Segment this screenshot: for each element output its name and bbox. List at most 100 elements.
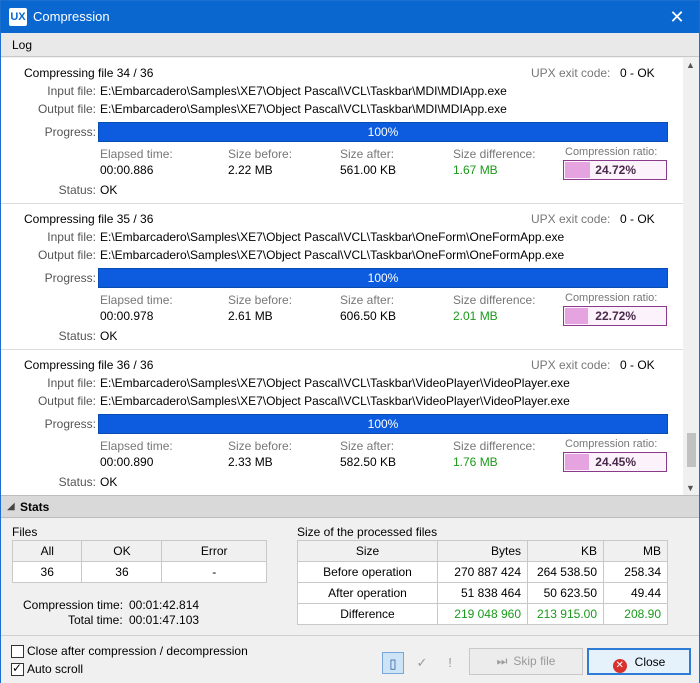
compression-ratio-bar: 24.72% — [563, 160, 667, 180]
compression-time-value: 00:01:42.814 — [129, 598, 200, 612]
input-file-path: E:\Embarcadero\Samples\XE7\Object Pascal… — [100, 230, 565, 244]
row-label: After operation — [297, 582, 438, 604]
upx-exit-label: UPX exit code: — [531, 358, 611, 372]
status-value: OK — [100, 475, 118, 489]
ratio-fill — [565, 454, 589, 470]
mb-cell: 208.90 — [603, 603, 668, 625]
title-bar[interactable]: UX Compression ✕ — [1, 1, 699, 33]
size-after-value: 561.00 KB — [340, 163, 397, 177]
size-before-label: Size before: — [228, 293, 293, 307]
upx-exit-label: UPX exit code: — [531, 212, 611, 226]
size-after-label: Size after: — [340, 293, 395, 307]
close-label: Close — [634, 655, 666, 669]
total-time-label: Total time: — [68, 613, 123, 627]
size-table: Size Bytes KB MB Before operation 270 88… — [297, 540, 668, 625]
size-before-label: Size before: — [228, 147, 293, 161]
status-value: OK — [100, 329, 118, 343]
size-header-kb: KB — [527, 540, 604, 562]
output-file-label: Output file: — [37, 102, 96, 116]
bottom-bar: Close after compression / decompression … — [1, 635, 699, 683]
compression-ratio-label: Compression ratio: — [565, 292, 658, 304]
stats-header[interactable]: ◢ Stats — [1, 495, 699, 518]
log-entry: Compressing file 36 / 36 UPX exit code: … — [1, 350, 683, 495]
page-icon[interactable]: ▯ — [382, 652, 404, 674]
size-after-value: 582.50 KB — [340, 455, 397, 469]
size-header-bytes: Bytes — [437, 540, 528, 562]
log-area[interactable]: Compressing file 34 / 36 UPX exit code: … — [1, 58, 699, 495]
app-icon: UX — [9, 8, 27, 26]
skip-icon: ⏭ — [496, 654, 508, 668]
progress-bar: 100% — [98, 268, 668, 288]
compression-ratio-value: 24.45% — [595, 455, 636, 469]
output-file-label: Output file: — [37, 248, 96, 262]
elapsed-time-value: 00:00.890 — [100, 455, 154, 469]
shield-alert-icon[interactable]: ! — [439, 652, 461, 674]
progress-label: Progress: — [44, 417, 96, 431]
close-after-label[interactable]: Close after compression / decompression — [27, 644, 248, 658]
kb-cell: 264 538.50 — [527, 561, 604, 583]
scroll-thumb[interactable] — [687, 433, 696, 467]
upx-exit-value: 0 - OK — [620, 66, 655, 80]
skip-file-label: Skip file — [513, 654, 556, 668]
files-label: Files — [12, 525, 38, 539]
compression-ratio-bar: 22.72% — [563, 306, 667, 326]
collapse-triangle-icon[interactable]: ◢ — [7, 501, 15, 512]
input-file-path: E:\Embarcadero\Samples\XE7\Object Pascal… — [100, 376, 570, 390]
log-scrollbar[interactable]: ▲ ▼ — [683, 58, 699, 495]
skip-file-button[interactable]: ⏭ Skip file — [469, 648, 583, 675]
output-file-path: E:\Embarcadero\Samples\XE7\Object Pascal… — [100, 394, 570, 408]
table-row: Difference 219 048 960 213 915.00 208.90 — [297, 603, 668, 625]
files-all-value: 36 — [11, 561, 83, 583]
scroll-up-icon[interactable]: ▲ — [686, 60, 695, 70]
table-row: Before operation 270 887 424 264 538.50 … — [297, 561, 668, 583]
size-after-label: Size after: — [340, 147, 395, 161]
scroll-down-icon[interactable]: ▼ — [686, 483, 695, 493]
size-before-value: 2.33 MB — [228, 455, 273, 469]
size-difference-label: Size difference: — [453, 147, 536, 161]
status-value: OK — [100, 183, 118, 197]
auto-scroll-checkbox[interactable] — [11, 661, 24, 676]
upx-exit-value: 0 - OK — [620, 358, 655, 372]
bytes-cell: 270 887 424 — [437, 561, 528, 583]
output-file-path: E:\Embarcadero\Samples\XE7\Object Pascal… — [100, 102, 507, 116]
close-after-checkbox[interactable] — [11, 645, 24, 658]
ratio-fill — [565, 162, 590, 178]
log-entry: Compressing file 35 / 36 UPX exit code: … — [1, 204, 683, 350]
size-difference-label: Size difference: — [453, 293, 536, 307]
table-row: After operation 51 838 464 50 623.50 49.… — [297, 582, 668, 604]
auto-scroll-label[interactable]: Auto scroll — [27, 662, 83, 676]
elapsed-time-label: Elapsed time: — [100, 293, 173, 307]
size-after-label: Size after: — [340, 439, 395, 453]
shield-check-icon[interactable]: ✓ — [411, 652, 433, 674]
upx-exit-label: UPX exit code: — [531, 66, 611, 80]
input-file-label: Input file: — [47, 230, 96, 244]
window-close-icon[interactable]: ✕ — [661, 5, 693, 29]
size-header-mb: MB — [603, 540, 668, 562]
size-after-value: 606.50 KB — [340, 309, 397, 323]
elapsed-time-label: Elapsed time: — [100, 439, 173, 453]
row-label: Difference — [297, 603, 438, 625]
compression-time-label: Compression time: — [23, 598, 124, 612]
elapsed-time-label: Elapsed time: — [100, 147, 173, 161]
compression-ratio-label: Compression ratio: — [565, 438, 658, 450]
compression-window: UX Compression ✕ Log Compressing file 34… — [0, 0, 700, 683]
entry-heading: Compressing file 34 / 36 — [24, 66, 154, 80]
elapsed-time-value: 00:00.978 — [100, 309, 154, 323]
size-difference-label: Size difference: — [453, 439, 536, 453]
row-label: Before operation — [297, 561, 438, 583]
compression-ratio-value: 22.72% — [595, 309, 636, 323]
files-header-error: Error — [161, 540, 267, 562]
size-before-value: 2.22 MB — [228, 163, 273, 177]
size-difference-value: 1.67 MB — [453, 163, 498, 177]
input-file-path: E:\Embarcadero\Samples\XE7\Object Pascal… — [100, 84, 507, 98]
ratio-fill — [565, 308, 588, 324]
close-button[interactable]: ✕ Close — [587, 648, 691, 675]
entry-heading: Compressing file 35 / 36 — [24, 212, 154, 226]
size-difference-value: 1.76 MB — [453, 455, 498, 469]
size-processed-label: Size of the processed files — [297, 525, 438, 539]
input-file-label: Input file: — [47, 376, 96, 390]
compression-ratio-value: 24.72% — [595, 163, 636, 177]
files-table: All OK Error 36 36 - — [11, 540, 267, 583]
progress-bar: 100% — [98, 414, 668, 434]
progress-label: Progress: — [44, 271, 96, 285]
